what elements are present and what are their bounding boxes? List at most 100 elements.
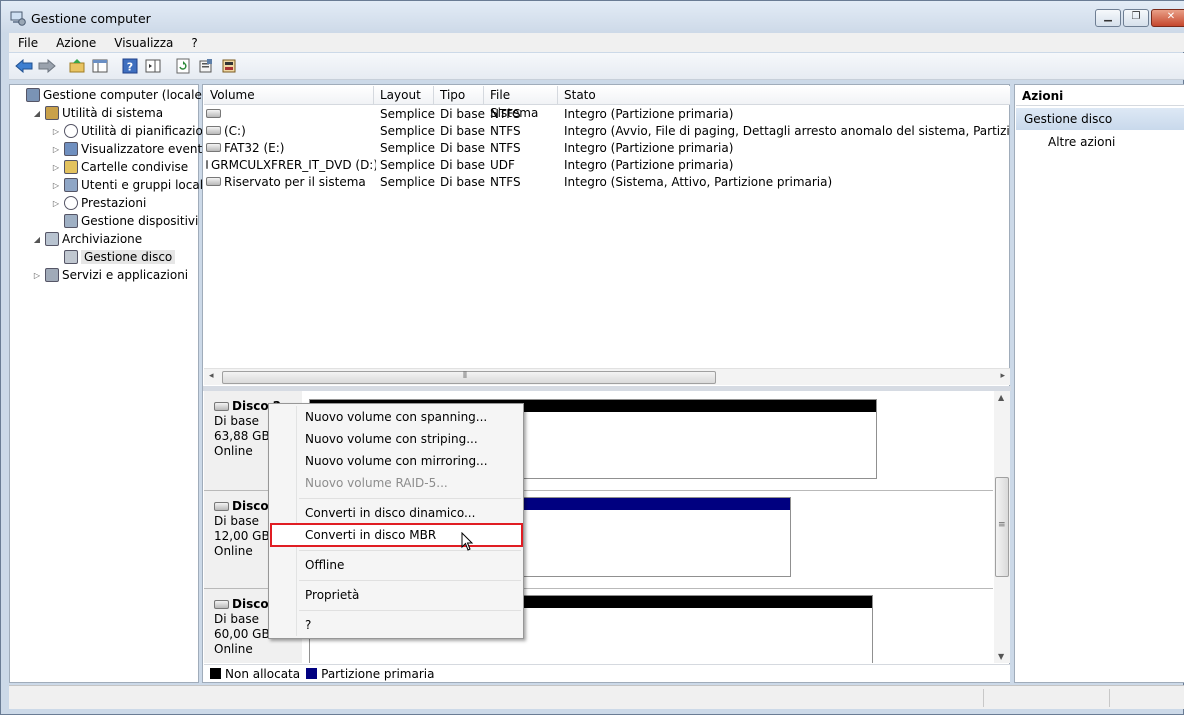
performance-icon <box>64 196 78 210</box>
tree-item-label: Utilità di sistema <box>62 106 164 120</box>
show-action-pane-button[interactable] <box>142 55 164 77</box>
collapse-icon[interactable]: ◢ <box>31 235 43 244</box>
tree-item[interactable]: ▷ Utenti e gruppi locali <box>50 176 206 194</box>
actions-header: Azioni <box>1016 86 1184 106</box>
volume-row[interactable]: FAT32 (E:) Semplice Di base NTFS Integro (Pa… <box>206 139 1010 156</box>
volume-volume: (C:) <box>224 123 246 138</box>
column-tipo[interactable]: Tipo <box>434 86 484 104</box>
actions-group-disk-management[interactable]: Gestione disco <box>1016 108 1184 130</box>
close-button[interactable]: ✕ <box>1151 9 1184 27</box>
tree-item[interactable]: ▷ Cartelle condivise <box>50 158 188 176</box>
context-menu-item[interactable]: Nuovo volume con mirroring... <box>305 454 488 468</box>
tree-item[interactable]: ◢ Utilità di sistema <box>31 104 163 122</box>
volume-stato: Integro (Avvio, File di paging, Dettagli… <box>564 123 1010 138</box>
minimize-button[interactable]: ▁ <box>1095 9 1121 27</box>
properties-icon <box>199 59 212 73</box>
vertical-scroll-thumb[interactable]: ≡ <box>995 477 1009 577</box>
refresh-icon <box>176 58 190 74</box>
show-tree-button[interactable] <box>89 55 111 77</box>
legend-primary: Partizione primaria <box>321 666 435 681</box>
tree-item[interactable]: ▷ Prestazioni <box>50 194 146 212</box>
refresh-button[interactable] <box>172 55 194 77</box>
volume-row[interactable]: GRMCULXFRER_IT_DVD (D:) Semplice Di base UD… <box>206 156 1010 173</box>
disk-properties-button[interactable] <box>218 55 240 77</box>
column-volume[interactable]: Volume <box>204 86 374 104</box>
tree-item[interactable]: ▷ Utilità di pianificazione <box>50 122 218 140</box>
tree-item[interactable]: Gestione dispositivi <box>50 212 198 230</box>
volume-volume: GRMCULXFRER_IT_DVD (D:) <box>211 157 376 172</box>
tree-item-label: Gestione computer (locale) <box>43 88 207 102</box>
more-actions-link[interactable]: Altre azioni <box>1048 135 1115 149</box>
volume-layout: Semplice <box>380 174 435 189</box>
properties-button[interactable] <box>195 55 217 77</box>
context-menu-item[interactable]: Converti in disco MBR <box>305 528 436 542</box>
expand-icon[interactable]: ▷ <box>50 199 62 208</box>
volume-row[interactable]: Semplice Di base NTFS Integro (Partizione p… <box>206 105 1010 122</box>
svg-text:?: ? <box>127 61 133 74</box>
expand-icon[interactable]: ▷ <box>50 163 62 172</box>
tree-item[interactable]: ▷ Servizi e applicazioni <box>31 266 188 284</box>
tree-item[interactable]: Gestione computer (locale) <box>12 86 207 104</box>
toolbar: ? <box>9 53 1184 80</box>
volume-tipo: Di base <box>440 157 485 172</box>
legend-unallocated: Non allocata <box>225 666 301 681</box>
window-title: Gestione computer <box>31 11 151 26</box>
tree-item-label: Cartelle condivise <box>81 160 189 174</box>
horizontal-scrollbar[interactable]: ◂ ⦀ ▸ <box>204 368 1010 385</box>
volume-stato: Integro (Partizione primaria) <box>564 140 734 155</box>
volume-row[interactable]: (C:) Semplice Di base NTFS Integro (Avvio, F… <box>206 122 1010 139</box>
expand-icon[interactable]: ▷ <box>50 127 62 136</box>
context-menu-separator <box>299 610 521 611</box>
volume-layout: Semplice <box>380 157 435 172</box>
scroll-up-icon[interactable]: ▲ <box>998 393 1004 402</box>
shared-folder-icon <box>64 160 78 174</box>
tree-item[interactable]: ▷ Visualizzatore eventi <box>50 140 206 158</box>
maximize-button[interactable]: ❐ <box>1123 9 1149 27</box>
context-menu-item[interactable]: Proprietà <box>305 588 359 602</box>
context-menu-item[interactable]: ? <box>305 618 311 632</box>
volume-row[interactable]: Riservato per il sistema Semplice Di base N… <box>206 173 1010 190</box>
context-menu-item[interactable]: Converti in disco dinamico... <box>305 506 475 520</box>
help-button[interactable]: ? <box>119 55 141 77</box>
horizontal-scroll-thumb[interactable]: ⦀ <box>222 371 716 384</box>
collapse-icon[interactable]: ◢ <box>31 109 43 118</box>
tree-item-label: Gestione disco <box>81 250 176 264</box>
column-layout[interactable]: Layout <box>374 86 434 104</box>
scroll-right-icon[interactable]: ▸ <box>1000 371 1005 381</box>
vertical-scrollbar[interactable]: ▲ ≡ ▼ <box>994 391 1010 663</box>
tree-item-label: Prestazioni <box>81 196 147 210</box>
back-button[interactable] <box>13 55 35 77</box>
tree-item-label: Servizi e applicazioni <box>62 268 189 282</box>
volume-fs: NTFS <box>490 174 521 189</box>
menu-help[interactable]: ? <box>182 36 206 50</box>
tree-item-label: Visualizzatore eventi <box>81 142 206 156</box>
disk-icon <box>214 402 229 411</box>
restore-icon: ❐ <box>1131 11 1141 22</box>
volume-icon <box>206 143 221 152</box>
column-file-system[interactable]: File Sistema <box>484 86 558 120</box>
tree-item[interactable]: Gestione disco <box>50 248 176 266</box>
volume-tipo: Di base <box>440 174 485 189</box>
event-viewer-icon <box>64 142 78 156</box>
status-cell <box>983 689 984 707</box>
expand-icon[interactable]: ▷ <box>50 181 62 190</box>
volume-fs: NTFS <box>490 140 521 155</box>
menu-file[interactable]: File <box>9 36 47 50</box>
menu-visualizza[interactable]: Visualizza <box>105 36 182 50</box>
menu-bar: File Azione Visualizza ? <box>9 33 1184 52</box>
scroll-left-icon[interactable]: ◂ <box>209 371 214 381</box>
column-stato[interactable]: Stato <box>558 86 1010 104</box>
menu-azione[interactable]: Azione <box>47 36 105 50</box>
context-menu-separator <box>299 550 521 551</box>
system-tools-icon <box>45 106 59 120</box>
up-folder-button[interactable] <box>66 55 88 77</box>
expand-icon[interactable]: ▷ <box>50 145 62 154</box>
help-icon: ? <box>122 58 138 74</box>
context-menu-item[interactable]: Nuovo volume con spanning... <box>305 410 487 424</box>
scroll-down-icon[interactable]: ▼ <box>998 652 1004 661</box>
context-menu-item[interactable]: Nuovo volume con striping... <box>305 432 478 446</box>
context-menu-item[interactable]: Offline <box>305 558 344 572</box>
forward-button[interactable] <box>36 55 58 77</box>
tree-item[interactable]: ◢ Archiviazione <box>31 230 142 248</box>
expand-icon[interactable]: ▷ <box>31 271 43 280</box>
